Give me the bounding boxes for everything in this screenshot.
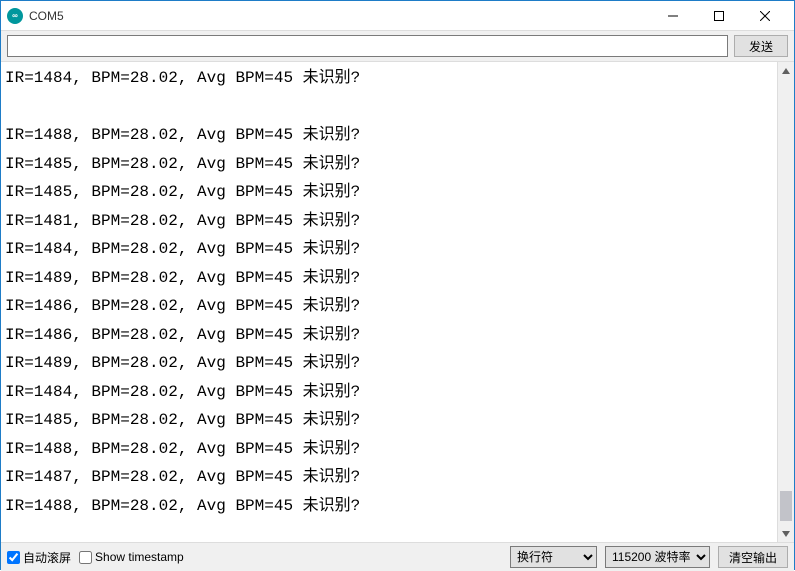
send-bar: 发送 <box>1 31 794 61</box>
scrollbar[interactable] <box>777 62 794 542</box>
serial-input[interactable] <box>7 35 728 57</box>
window-controls <box>650 2 788 30</box>
autoscroll-input[interactable] <box>7 551 20 564</box>
autoscroll-checkbox[interactable]: 自动滚屏 <box>7 549 71 566</box>
send-button[interactable]: 发送 <box>734 35 788 57</box>
output-area: IR=1484, BPM=28.02, Avg BPM=45 未识别? IR=1… <box>1 61 794 543</box>
timestamp-checkbox[interactable]: Show timestamp <box>79 550 184 564</box>
scroll-track[interactable] <box>778 79 794 525</box>
clear-output-button[interactable]: 清空输出 <box>718 546 788 568</box>
arduino-icon: ∞ <box>7 8 23 24</box>
timestamp-label: Show timestamp <box>95 550 184 564</box>
titlebar: ∞ COM5 <box>1 1 794 31</box>
scroll-up-icon[interactable] <box>778 62 794 79</box>
scroll-thumb[interactable] <box>780 491 792 521</box>
line-ending-select[interactable]: 没有结束符换行符回车NL 和 CR <box>510 546 597 568</box>
serial-output[interactable]: IR=1484, BPM=28.02, Avg BPM=45 未识别? IR=1… <box>1 62 794 542</box>
close-button[interactable] <box>742 2 788 30</box>
minimize-button[interactable] <box>650 2 696 30</box>
status-bar: 自动滚屏 Show timestamp 没有结束符换行符回车NL 和 CR 96… <box>1 543 794 571</box>
baud-rate-select[interactable]: 9600 波特率115200 波特率 <box>605 546 710 568</box>
autoscroll-label: 自动滚屏 <box>23 549 71 566</box>
maximize-button[interactable] <box>696 2 742 30</box>
timestamp-input[interactable] <box>79 551 92 564</box>
scroll-down-icon[interactable] <box>778 525 794 542</box>
window-title: COM5 <box>29 9 650 23</box>
